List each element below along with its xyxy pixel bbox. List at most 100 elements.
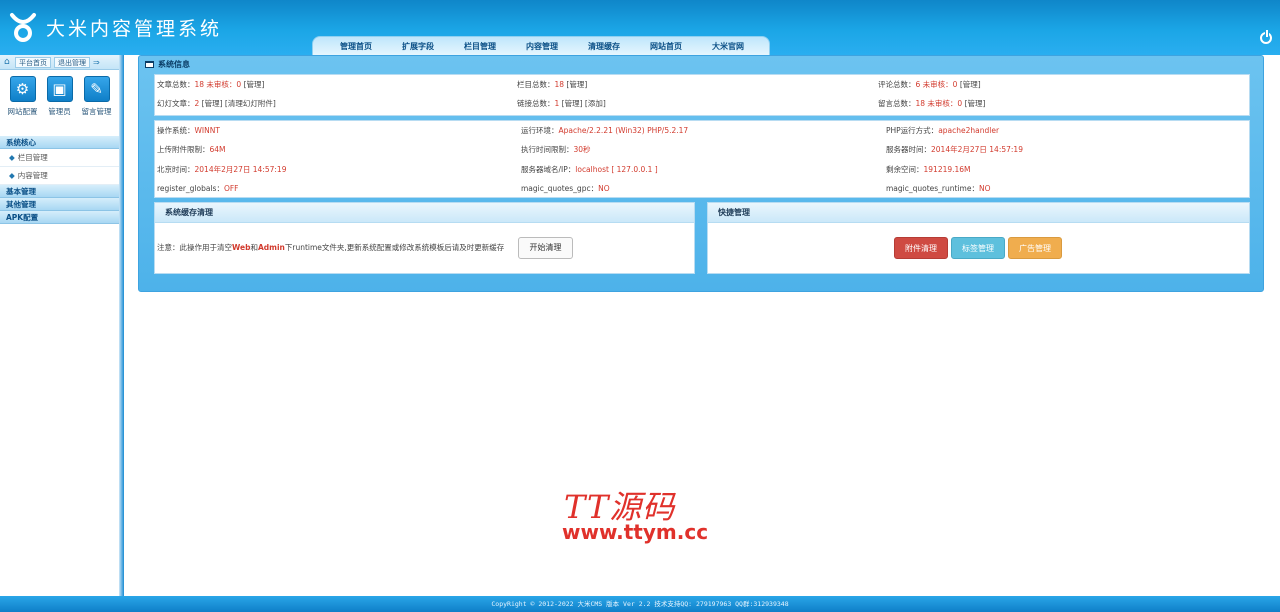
sidebar-item-content[interactable]: ◆ 内容管理 (0, 167, 119, 185)
value: localhost [ 127.0.0.1 ] (575, 165, 658, 174)
quick-manage-title: 快捷管理 (708, 203, 1249, 223)
value: NO (598, 184, 610, 193)
footer-copyright: CopyRight © 2012-2022 大米CMS 版本 Ver 2.2 技… (0, 596, 1280, 612)
shortcut-panel: ⚙ 网站配置 ▣ 管理员 ✎ 留言管理 (0, 70, 119, 136)
value: 18 (554, 80, 565, 89)
stats-box: 文章总数：18 未审核：0 [管理] 幻灯文章：2 [管理] [清理幻灯附件] … (154, 74, 1250, 116)
value: 2014年2月27日 14:57:19 (931, 145, 1023, 154)
value: OFF (223, 184, 239, 193)
sidebar-item-label: 内容管理 (17, 171, 48, 180)
note-admin: Admin (257, 243, 285, 252)
clipboard-icon: ▣ (46, 76, 73, 102)
sidebar-group-core[interactable]: 系统核心 (0, 136, 119, 149)
label: magic_quotes_gpc： (521, 184, 599, 193)
attachment-clean-button[interactable]: 附件清理 (894, 237, 948, 259)
label: 操作系统： (157, 126, 195, 135)
top-nav: 管理首页 扩展字段 栏目管理 内容管理 清理缓存 网站首页 大米官网 (312, 36, 770, 55)
label: PHP运行方式： (886, 126, 939, 135)
environment-box: 操作系统：WINNT 运行环境：Apache/2.2.21 (Win32) PH… (154, 120, 1250, 198)
logout-link[interactable]: 退出管理 (54, 56, 90, 68)
label: 文章总数： (157, 80, 195, 89)
sidebar-group-apk[interactable]: APK配置 (0, 211, 119, 224)
label: 执行时间限制： (521, 145, 574, 154)
note-text: 和 (250, 243, 258, 252)
shortcut-label: 管理员 (48, 107, 71, 116)
label: 幻灯文章： (157, 99, 195, 108)
manage-link[interactable]: [管理] (564, 80, 587, 89)
nav-clear-cache[interactable]: 清理缓存 (573, 37, 635, 55)
comments-stat: 评论总数：6 未审核：0 [管理] (878, 79, 981, 90)
home-icon: ⌂ (4, 57, 10, 67)
nav-content[interactable]: 内容管理 (511, 37, 573, 55)
manage-link[interactable]: [管理] [添加] (559, 99, 606, 108)
manage-link[interactable]: [管理] [清理幻灯附件] (199, 99, 276, 108)
label: magic_quotes_runtime： (886, 184, 979, 193)
label: register_globals： (157, 184, 224, 193)
value: Apache/2.2.21 (Win32) PHP/5.2.17 (558, 126, 689, 135)
manage-link[interactable]: [管理] (957, 80, 981, 89)
label: 北京时间： (157, 165, 195, 174)
nav-site-home[interactable]: 网站首页 (635, 37, 697, 55)
sidebar-splitter[interactable] (119, 55, 124, 596)
sidebar-top-bar: ⌂ 平台首页 退出管理 ⇒ (0, 55, 119, 70)
window-icon (145, 61, 154, 68)
free-space-info: 剩余空间：191219.16M (886, 164, 971, 175)
value: 30秒 (573, 145, 591, 154)
nav-official-site[interactable]: 大米官网 (697, 37, 759, 55)
watermark-url: www.ttym.cc (562, 520, 709, 544)
sidebar-group-basic[interactable]: 基本管理 (0, 185, 119, 198)
panel-title: 系统信息 (145, 59, 190, 70)
note-web: Web (232, 243, 251, 252)
value: 191219.16M (923, 165, 971, 174)
sidebar: ⌂ 平台首页 退出管理 ⇒ ⚙ 网站配置 ▣ 管理员 ✎ 留言管理 系统核心 ◆… (0, 55, 119, 596)
sidebar-group-other[interactable]: 其他管理 (0, 198, 119, 211)
shortcut-admin[interactable]: ▣ 管理员 (41, 76, 78, 136)
exec-time-info: 执行时间限制：30秒 (521, 144, 591, 155)
sidebar-item-label: 栏目管理 (17, 153, 48, 162)
quick-manage-box: 快捷管理 附件清理 标签管理 广告管理 (707, 202, 1250, 274)
header: 大米内容管理系统 管理首页 扩展字段 栏目管理 内容管理 清理缓存 网站首页 大… (0, 0, 1280, 55)
gear-icon: ⚙ (9, 76, 36, 102)
nav-columns[interactable]: 栏目管理 (449, 37, 511, 55)
cache-note: 注意：此操作用于清空Web和Admin下runtime文件夹,更新系统配置或修改… (157, 242, 504, 253)
panel-title-text: 系统信息 (158, 60, 190, 69)
label: 链接总数： (517, 99, 555, 108)
power-icon[interactable] (1260, 30, 1272, 44)
ad-manage-button[interactable]: 广告管理 (1008, 237, 1062, 259)
php-mode-info: PHP运行方式：apache2handler (886, 125, 999, 136)
value: 未审核：0 (204, 80, 242, 89)
beijing-time-info: 北京时间：2014年2月27日 14:57:19 (157, 164, 286, 175)
shortcut-messages[interactable]: ✎ 留言管理 (78, 76, 115, 136)
app-title: 大米内容管理系统 (46, 18, 223, 40)
domain-info: 服务器域名/IP：localhost [ 127.0.0.1 ] (521, 164, 658, 175)
slides-stat: 幻灯文章：2 [管理] [清理幻灯附件] (157, 98, 276, 109)
messages-stat: 留言总数：18 未审核：0 [管理] (878, 98, 985, 109)
columns-stat: 栏目总数：18 [管理] (517, 79, 587, 90)
value: 18 (915, 99, 926, 108)
nav-extend-fields[interactable]: 扩展字段 (387, 37, 449, 55)
value: apache2handler (938, 126, 1000, 135)
shortcut-site-config[interactable]: ⚙ 网站配置 (4, 76, 41, 136)
shortcut-label: 网站配置 (7, 107, 38, 116)
system-info-panel: 系统信息 文章总数：18 未审核：0 [管理] 幻灯文章：2 [管理] [清理幻… (138, 55, 1264, 292)
manage-link[interactable]: [管理] (241, 80, 265, 89)
globals-info: register_globals：OFF (157, 183, 239, 194)
platform-home-link[interactable]: 平台首页 (15, 56, 51, 68)
manage-link[interactable]: [管理] (962, 99, 986, 108)
runtime-info: 运行环境：Apache/2.2.21 (Win32) PHP/5.2.17 (521, 125, 688, 136)
sidebar-item-columns[interactable]: ◆ 栏目管理 (0, 149, 119, 167)
start-clear-button[interactable]: 开始清理 (518, 237, 573, 259)
shortcut-label: 留言管理 (81, 107, 112, 116)
tag-manage-button[interactable]: 标签管理 (951, 237, 1005, 259)
os-info: 操作系统：WINNT (157, 125, 220, 136)
value: 18 (194, 80, 205, 89)
collapse-arrow-icon[interactable]: ⇒ (93, 58, 100, 67)
label: 栏目总数： (517, 80, 555, 89)
note-text: 注意：此操作用于清空 (157, 243, 232, 252)
cache-clear-box: 系统缓存清理 注意：此操作用于清空Web和Admin下runtime文件夹,更新… (154, 202, 695, 274)
nav-home[interactable]: 管理首页 (325, 37, 387, 55)
label: 留言总数： (878, 99, 916, 108)
label: 服务器域名/IP： (521, 165, 576, 174)
label: 服务器时间： (886, 145, 931, 154)
cache-clear-title: 系统缓存清理 (155, 203, 694, 223)
